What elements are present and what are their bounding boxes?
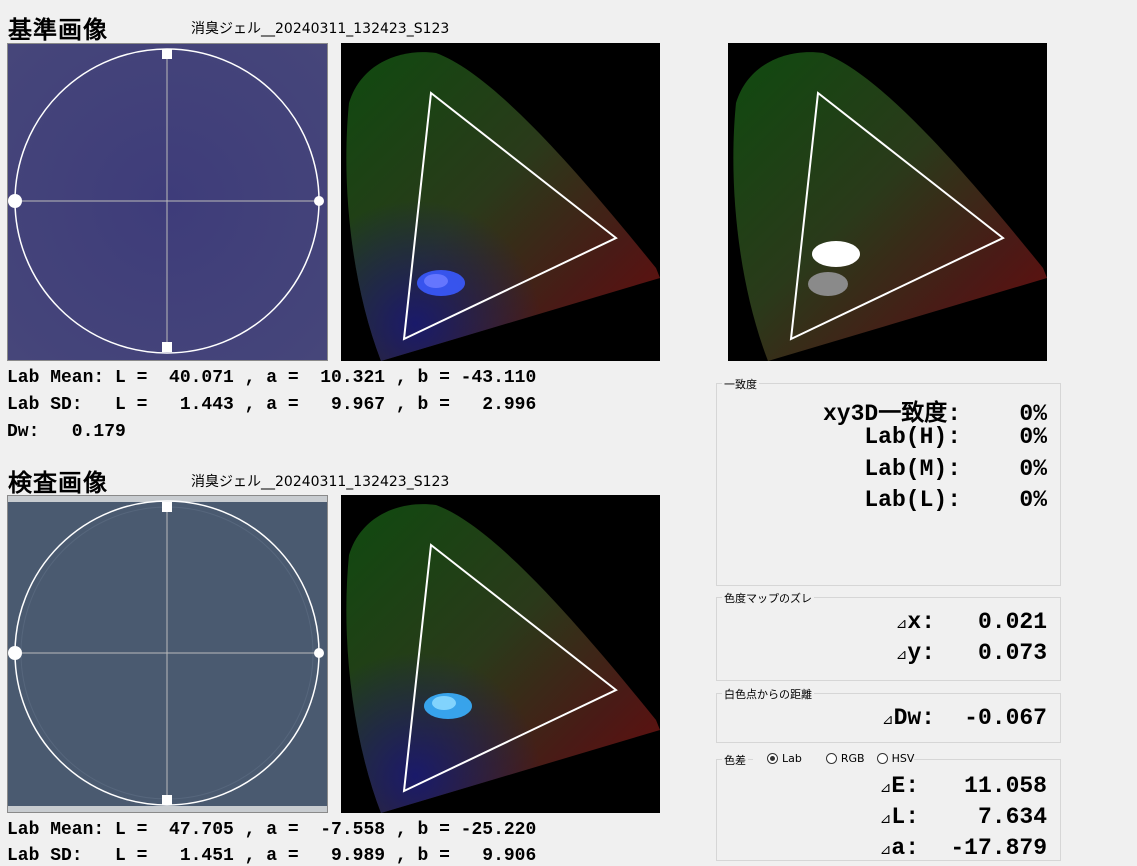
inspection-chromaticity-map <box>341 495 660 813</box>
inspection-gray-cluster <box>808 272 848 296</box>
reference-chromaticity-map <box>341 43 660 361</box>
radio-dot[interactable] <box>876 753 888 764</box>
color-diff-mode-selector: Lab RGB HSV <box>753 752 915 765</box>
radio-dot[interactable] <box>825 753 837 764</box>
match-row-lab-m: Lab(M): 0% <box>864 456 1047 482</box>
delta-y-row: ⊿ y: 0.073 <box>895 640 1047 666</box>
match-row-lab-l: Lab(L): 0% <box>864 487 1047 513</box>
inspection-sample-image[interactable] <box>7 495 328 813</box>
white-point-group-label: 白色点からの距離 <box>722 686 814 702</box>
roi-handle-left <box>8 646 22 660</box>
delta-a-row: ⊿ a: -17.879 <box>879 835 1047 861</box>
mode-radio-rgb[interactable]: RGB <box>825 752 865 765</box>
delta-dw-row: ⊿ Dw: -0.067 <box>881 705 1047 731</box>
reference-filename: 消臭ジェル__20240311_132423_S123 <box>191 21 450 37</box>
roi-handle-top <box>162 49 172 59</box>
comparison-chromaticity-map <box>728 43 1047 361</box>
roi-handle-left <box>8 194 22 208</box>
reference-roi-overlay[interactable] <box>8 44 327 360</box>
match-group-label: 一致度 <box>722 376 759 392</box>
roi-handle-top <box>162 502 172 512</box>
match-row-xy3d: xy3D一致度: 0% <box>822 401 1047 427</box>
map-shift-group-label: 色度マップのズレ <box>722 590 814 606</box>
roi-handle-bottom <box>162 342 172 352</box>
reference-title: 基準画像 <box>8 16 108 44</box>
inspection-lab-mean: Lab Mean: L = 47.705 , a = -7.558 , b = … <box>7 820 537 840</box>
radio-dot[interactable] <box>767 753 778 764</box>
roi-handle-right <box>314 648 324 658</box>
mode-radio-lab[interactable]: Lab <box>767 752 802 765</box>
reference-lab-mean: Lab Mean: L = 40.071 , a = 10.321 , b = … <box>7 368 537 388</box>
roi-handle-bottom <box>162 795 172 805</box>
delta-x-row: ⊿ x: 0.021 <box>895 609 1047 635</box>
reference-lab-sd: Lab SD: L = 1.443 , a = 9.967 , b = 2.99… <box>7 395 537 415</box>
delta-e-row: ⊿ E: 11.058 <box>879 773 1047 799</box>
delta-l-row: ⊿ L: 7.634 <box>879 804 1047 830</box>
roi-handle-right <box>314 196 324 206</box>
inspection-roi-overlay[interactable] <box>8 496 327 812</box>
inspection-title: 検査画像 <box>8 469 108 497</box>
inspection-filename: 消臭ジェル__20240311_132423_S123 <box>191 474 450 490</box>
reference-dw: Dw: 0.179 <box>7 422 126 442</box>
reference-sample-image[interactable] <box>7 43 328 361</box>
inspection-lab-sd: Lab SD: L = 1.451 , a = 9.989 , b = 9.90… <box>7 846 537 866</box>
match-row-lab-h: Lab(H): 0% <box>864 424 1047 450</box>
reference-white-cluster <box>812 241 860 267</box>
mode-radio-hsv[interactable]: HSV <box>876 752 914 765</box>
color-diff-group-label: 色差 <box>722 752 748 768</box>
